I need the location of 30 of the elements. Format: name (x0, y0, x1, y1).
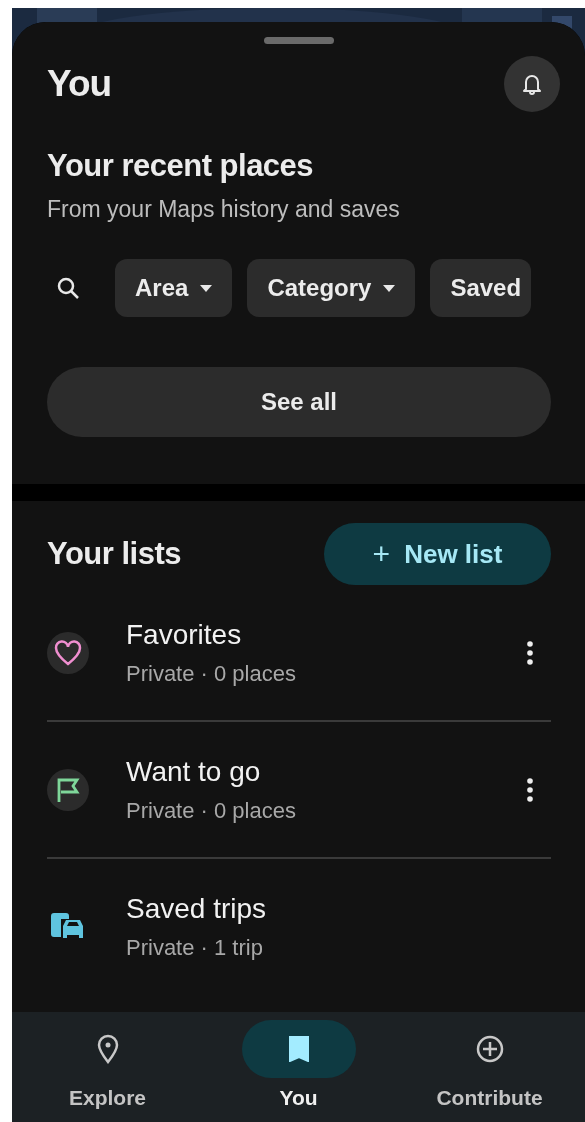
new-list-button[interactable]: + New list (324, 523, 551, 585)
drag-handle[interactable] (264, 37, 334, 44)
filter-chip[interactable]: Category (247, 259, 416, 317)
page-title: You (47, 63, 112, 105)
notifications-button[interactable] (504, 56, 560, 112)
search-icon[interactable] (56, 276, 80, 300)
more-icon[interactable] (526, 776, 534, 803)
location-pin-icon (96, 1034, 119, 1064)
bookmark-icon (288, 1036, 309, 1062)
list-name[interactable]: Favorites (126, 618, 526, 651)
bell-icon (522, 73, 542, 95)
filter-chip[interactable]: Saved (430, 259, 532, 317)
list-name[interactable]: Saved trips (126, 892, 551, 925)
section-title: Your recent places (47, 148, 315, 184)
list-details: Private · 0 places (126, 797, 297, 824)
flag-icon (47, 768, 89, 811)
list-details: Private · 1 trip (126, 934, 264, 961)
caret-icon (200, 284, 213, 292)
section-title: Your lists (47, 536, 181, 572)
nav-tab[interactable]: Contribute (409, 1012, 570, 1122)
section-subtitle: From your Maps history and saves (47, 196, 401, 223)
list-details: Private · 0 places (126, 660, 297, 687)
more-icon[interactable] (526, 639, 534, 666)
see-all-button[interactable]: See all (47, 367, 551, 437)
nav-tab[interactable]: Explore (27, 1012, 188, 1122)
nav-tab[interactable]: You (218, 1012, 379, 1122)
add-icon (475, 1035, 504, 1063)
caret-icon (383, 284, 396, 292)
list-name[interactable]: Want to go (126, 755, 526, 788)
filter-chip[interactable]: Area (115, 259, 233, 317)
